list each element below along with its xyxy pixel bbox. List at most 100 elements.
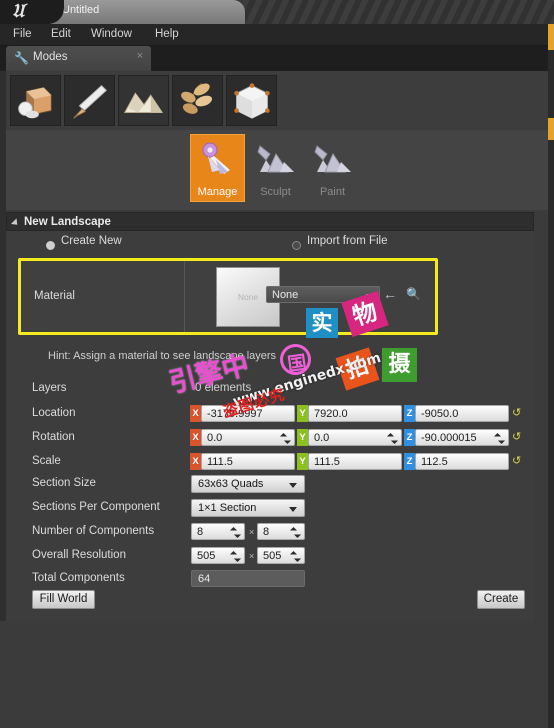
menu-item-window[interactable]: Window [88,28,135,40]
chevron-down-icon [289,507,297,512]
layers-label: Layers [32,382,67,394]
material-row-divider [184,261,185,332]
radio-import-from-file[interactable] [292,241,301,250]
sections-per-component-value: 1×1 Section [198,502,257,514]
number-of-components-y-value: 8 [263,526,270,538]
multiply-separator: × [249,527,255,537]
axis-label-y: Y [297,429,308,446]
close-icon[interactable]: × [137,50,143,62]
rotation-y-field[interactable]: 0.0 [308,429,402,446]
number-of-components-x-field[interactable]: 8 [191,523,245,540]
location-z-value: -9050.0 [421,408,459,420]
axis-label-y: Y [297,453,308,470]
mode-button-geometry[interactable] [226,75,277,126]
overall-resolution-x-field[interactable]: 505 [191,547,245,564]
scale-z-value: 112.5 [421,456,448,468]
right-edge-accent-top [548,24,554,50]
tab-sculpt[interactable]: Sculpt [248,134,303,202]
place-icon [18,87,52,119]
axis-label-x: X [190,429,201,446]
section-size-value: 63x63 Quads [198,478,264,490]
rotation-x-value: 0.0 [207,432,223,444]
radio-import-from-file-label: Import from File [307,235,388,247]
chevron-down-icon [289,483,297,488]
rotation-z-value: -90.000015 [421,432,477,444]
modes-tab-strip: 🔧 Modes × [0,46,554,71]
tab-manage[interactable]: Manage [190,134,245,202]
stepper-icon[interactable] [281,434,290,443]
location-z-field[interactable]: -9050.0 [415,405,509,422]
stepper-icon[interactable] [291,528,300,537]
axis-label-x: X [190,405,201,422]
stepper-icon[interactable] [495,434,504,443]
material-label: Material [34,290,75,302]
overall-resolution-label: Overall Resolution [32,549,126,561]
number-of-components-y-field[interactable]: 8 [257,523,305,540]
fill-world-label: Fill World [39,593,88,605]
number-of-components-label: Number of Components [32,525,155,537]
sculpt-icon [256,145,294,173]
radio-create-new[interactable] [46,241,55,250]
unreal-logo-area [0,0,64,24]
overall-resolution-x-value: 505 [197,550,216,562]
new-landscape-section-header[interactable]: New Landscape [6,212,534,231]
scale-y-field[interactable]: 111.5 [308,453,402,470]
panel-left-edge [0,71,6,621]
tab-paint[interactable]: Paint [305,134,360,202]
landscape-mountain-icon [123,92,164,113]
scale-x-field[interactable]: 111.5 [201,453,295,470]
scale-z-field[interactable]: 112.5 [415,453,509,470]
rotation-label: Rotation [32,431,75,443]
rotation-y-value: 0.0 [314,432,330,444]
section-title: New Landscape [24,216,111,228]
stepper-icon[interactable] [231,552,240,561]
location-y-field[interactable]: 7920.0 [308,405,402,422]
total-components-row: Total Components 64 [0,568,554,589]
stepper-icon[interactable] [291,552,300,561]
reset-arrow-icon[interactable]: ↺ [512,455,523,468]
rotation-x-field[interactable]: 0.0 [201,429,295,446]
menu-item-edit[interactable]: Edit [48,28,74,40]
tab-paint-label: Paint [319,186,346,198]
triangle-down-icon [10,218,21,228]
landscape-source-options: Create New Import from File [0,235,554,254]
fill-world-button[interactable]: Fill World [32,590,95,609]
tab-modes[interactable]: 🔧 Modes × [6,46,151,71]
back-arrow-icon[interactable]: ← [383,287,399,301]
total-components-label: Total Components [32,572,125,584]
stepper-icon[interactable] [388,434,397,443]
layers-value: 0 elements [195,382,252,394]
unreal-editor-window: Untitled 𝔘 File Edit Window Help 🔧 Modes… [0,0,554,728]
menu-item-file[interactable]: File [10,28,35,40]
paintbrush-icon [73,84,108,119]
rotation-row: Rotation X 0.0 Y 0.0 Z -90.000015 ↺ [0,427,554,448]
overall-resolution-y-field[interactable]: 505 [257,547,305,564]
create-button[interactable]: Create [477,590,525,609]
wrench-icon: 🔧 [14,51,29,65]
axis-label-y: Y [297,405,308,422]
scale-label: Scale [32,455,61,467]
rotation-z-field[interactable]: -90.000015 [415,429,509,446]
material-asset-picker[interactable]: None [266,286,380,303]
title-bar: Untitled 𝔘 [0,0,554,24]
scale-y-value: 111.5 [314,456,340,468]
mode-button-place[interactable] [10,75,61,126]
location-y-value: 7920.0 [314,408,348,420]
tab-modes-label: Modes [33,51,68,63]
mode-button-paint[interactable] [64,75,115,126]
mode-button-landscape[interactable] [118,75,169,126]
material-hint: Hint: Assign a material to see landscape… [48,350,277,362]
stepper-icon[interactable] [231,528,240,537]
sections-per-component-combo[interactable]: 1×1 Section [191,499,305,517]
section-size-combo[interactable]: 63x63 Quads [191,475,305,493]
reset-arrow-icon[interactable]: ↺ [512,407,523,420]
foliage-leaf-icon [181,82,213,114]
location-x-field[interactable]: -3179.9997 [201,405,295,422]
sections-per-component-row: Sections Per Component 1×1 Section [0,497,554,518]
location-row: Location X -3179.9997 Y 7920.0 Z -9050.0… [0,403,554,424]
browse-magnifier-icon[interactable]: 🔍 [406,287,422,301]
reset-arrow-icon[interactable]: ↺ [512,431,523,444]
menu-item-help[interactable]: Help [152,28,182,40]
mode-button-foliage[interactable] [172,75,223,126]
location-label: Location [32,407,76,419]
